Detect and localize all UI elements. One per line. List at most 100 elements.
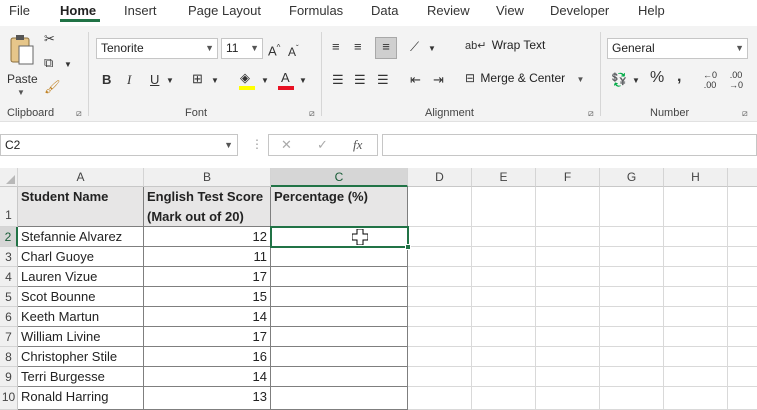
grid-cell[interactable] (408, 227, 472, 247)
table-cell-score[interactable]: 17 (144, 327, 271, 347)
grid-cell[interactable] (600, 327, 664, 347)
chevron-down-icon[interactable]: ▼ (64, 56, 72, 74)
enter-icon[interactable]: ✓ (317, 137, 328, 153)
align-left-icon[interactable]: ☰ (332, 71, 344, 89)
tab-developer[interactable]: Developer (550, 3, 609, 18)
dialog-launcher-icon[interactable]: ⧄ (309, 108, 315, 119)
grid-cell[interactable] (728, 267, 757, 287)
percent-style-icon[interactable]: % (650, 69, 664, 87)
row-header-2[interactable]: 2 (0, 227, 18, 247)
row-header-4[interactable]: 4 (0, 267, 18, 287)
row-header-3[interactable]: 3 (0, 247, 18, 267)
align-middle-icon[interactable]: ≡ (354, 38, 362, 56)
format-painter-icon[interactable]: 🖌 (44, 78, 61, 96)
grid-cell[interactable] (664, 347, 728, 367)
chevron-down-icon[interactable]: ▼ (299, 72, 307, 90)
table-cell-student-name[interactable]: William Livine (18, 327, 144, 347)
underline-button[interactable]: U (150, 71, 159, 89)
table-cell-percentage[interactable] (271, 307, 408, 327)
grid-cell[interactable] (408, 387, 472, 410)
grid-cell[interactable] (600, 287, 664, 307)
cancel-icon[interactable]: ✕ (281, 137, 292, 153)
increase-decimal-icon[interactable]: ←0.00 (703, 70, 717, 90)
borders-icon[interactable]: ⊞ (192, 70, 203, 88)
grid-cell[interactable] (536, 307, 600, 327)
grid-cell[interactable] (472, 247, 536, 267)
decrease-indent-icon[interactable]: ⇤ (410, 71, 421, 89)
row-header-7[interactable]: 7 (0, 327, 18, 347)
tab-formulas[interactable]: Formulas (289, 3, 343, 18)
grid-cell[interactable] (408, 327, 472, 347)
paste-button[interactable]: Paste ▼ (4, 32, 40, 102)
column-header-b[interactable]: B (144, 168, 271, 187)
table-cell-student-name[interactable]: Scot Bounne (18, 287, 144, 307)
grid-cell[interactable] (600, 387, 664, 410)
decrease-font-icon[interactable]: Aˇ (288, 40, 299, 61)
font-color-icon[interactable]: A (281, 69, 290, 87)
cut-icon[interactable]: ✂ (44, 30, 55, 48)
grid-cell[interactable] (536, 187, 600, 227)
table-cell-student-name[interactable]: Keeth Martun (18, 307, 144, 327)
chevron-down-icon[interactable]: ▼ (211, 72, 219, 90)
grid-cell[interactable] (600, 367, 664, 387)
grid-cell[interactable] (472, 267, 536, 287)
column-header-a[interactable]: A (18, 168, 144, 187)
grid-cell[interactable] (536, 327, 600, 347)
grid-cell[interactable] (536, 367, 600, 387)
grid-cell[interactable] (472, 307, 536, 327)
table-cell-score[interactable]: 15 (144, 287, 271, 307)
column-header-g[interactable]: G (600, 168, 664, 187)
grid-cell[interactable] (408, 347, 472, 367)
chevron-down-icon[interactable]: ▼ (632, 72, 640, 90)
accounting-format-icon[interactable]: 💱 (611, 71, 627, 89)
table-cell-percentage[interactable] (271, 247, 408, 267)
tab-insert[interactable]: Insert (124, 3, 157, 18)
table-cell-percentage[interactable] (271, 287, 408, 307)
row-header-8[interactable]: 8 (0, 347, 18, 367)
grid-cell[interactable] (472, 187, 536, 227)
name-box[interactable]: C2 ▼ (0, 134, 238, 156)
table-cell-score[interactable]: 14 (144, 367, 271, 387)
tab-data[interactable]: Data (371, 3, 398, 18)
table-cell-score[interactable]: 11 (144, 247, 271, 267)
grid-cell[interactable] (536, 287, 600, 307)
grid-cell[interactable] (664, 307, 728, 327)
table-cell-student-name[interactable]: Terri Burgesse (18, 367, 144, 387)
table-cell-score[interactable]: 13 (144, 387, 271, 410)
chevron-down-icon[interactable]: ▼ (428, 40, 436, 58)
align-right-icon[interactable]: ☰ (377, 71, 389, 89)
grid-cell[interactable] (664, 187, 728, 227)
cell-c1[interactable]: Percentage (%) (271, 187, 408, 227)
grid-cell[interactable] (728, 387, 757, 410)
table-cell-score[interactable]: 12 (144, 227, 271, 247)
column-header-d[interactable]: D (408, 168, 472, 187)
copy-icon[interactable]: ⧉ (44, 54, 53, 72)
grid-cell[interactable] (600, 347, 664, 367)
table-cell-percentage[interactable] (271, 327, 408, 347)
grid-cell[interactable] (472, 387, 536, 410)
table-cell-student-name[interactable]: Ronald Harring (18, 387, 144, 410)
tab-help[interactable]: Help (638, 3, 665, 18)
table-cell-percentage[interactable] (271, 387, 408, 410)
grid-cell[interactable] (408, 267, 472, 287)
row-header-10[interactable]: 10 (0, 387, 18, 410)
grid-cell[interactable] (472, 347, 536, 367)
dialog-launcher-icon[interactable]: ⧄ (742, 108, 748, 119)
grid-cell[interactable] (408, 367, 472, 387)
fill-handle[interactable] (405, 244, 411, 250)
grid-cell[interactable] (408, 287, 472, 307)
grid-cell[interactable] (664, 327, 728, 347)
grid-cell[interactable] (728, 327, 757, 347)
wrap-text-button[interactable]: ab↵ Wrap Text (465, 38, 545, 58)
grid-cell[interactable] (664, 247, 728, 267)
tab-home[interactable]: Home (60, 3, 96, 18)
select-all-button[interactable] (0, 168, 18, 187)
align-center-icon[interactable]: ☰ (354, 71, 366, 89)
table-cell-student-name[interactable]: Charl Guoye (18, 247, 144, 267)
number-format-select[interactable]: General ▼ (607, 38, 748, 59)
grid-cell[interactable] (536, 267, 600, 287)
grid-cell[interactable] (536, 387, 600, 410)
grid-cell[interactable] (600, 267, 664, 287)
grid-cell[interactable] (536, 347, 600, 367)
bold-button[interactable]: B (102, 71, 111, 89)
